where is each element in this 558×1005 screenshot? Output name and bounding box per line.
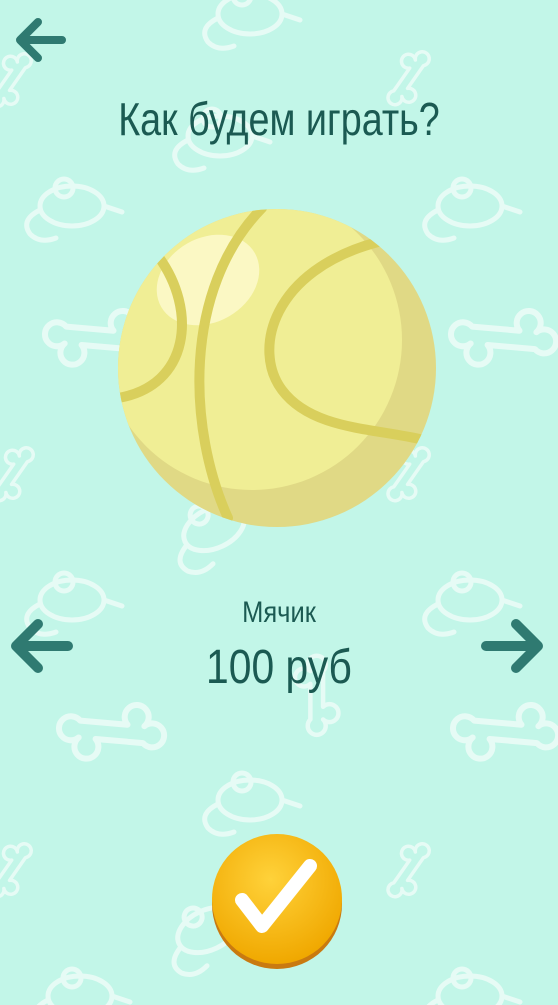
confirm-button[interactable] bbox=[206, 830, 348, 972]
item-selection-screen: Как будем играть? Мячик 100 руб bbox=[0, 0, 558, 1005]
checkmark-icon bbox=[212, 834, 342, 969]
back-button[interactable] bbox=[14, 16, 66, 64]
item-name: Мячик bbox=[242, 596, 316, 629]
tennis-ball-icon bbox=[118, 209, 436, 527]
arrow-left-icon bbox=[16, 18, 66, 62]
item-price: 100 руб bbox=[206, 641, 352, 694]
page-title: Как будем играть? bbox=[118, 93, 440, 145]
